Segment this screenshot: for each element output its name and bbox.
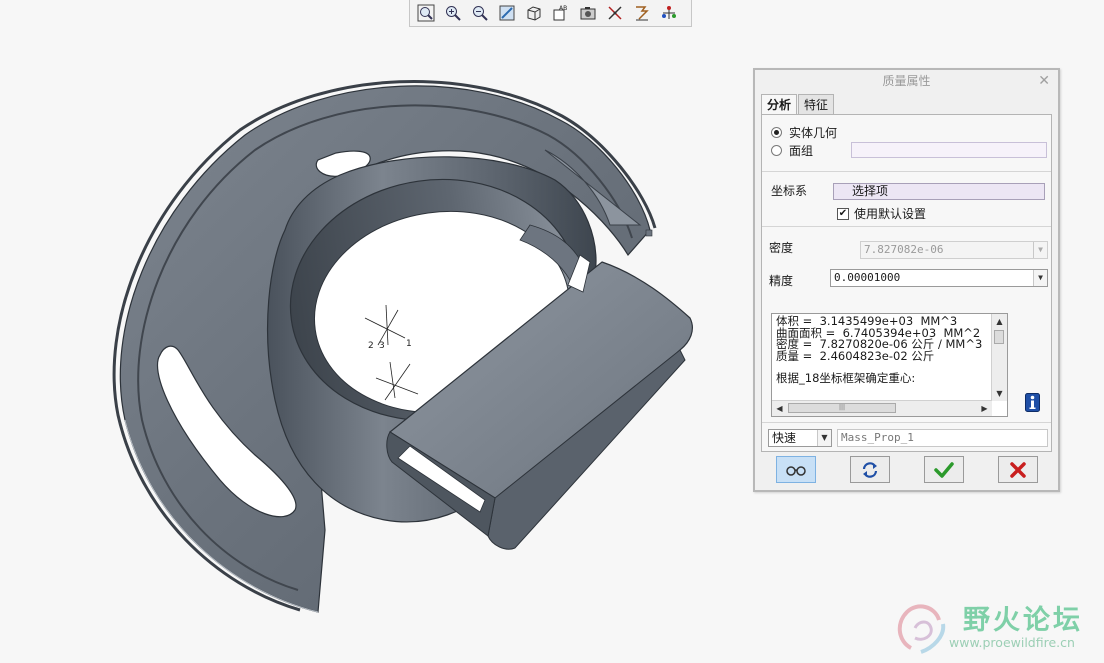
density-label: 密度 bbox=[769, 241, 794, 255]
close-red-icon bbox=[1010, 461, 1026, 478]
checkmark-icon bbox=[934, 461, 954, 478]
scroll-down-icon[interactable]: ▼ bbox=[993, 387, 1006, 400]
preview-button[interactable] bbox=[776, 456, 816, 483]
csys-select-button[interactable]: 选择项 bbox=[833, 183, 1045, 200]
precision-select[interactable]: 0.00001000 ▼ bbox=[830, 269, 1048, 287]
tab-analysis[interactable]: 分析 bbox=[761, 94, 798, 116]
check-icon[interactable]: ✔ bbox=[837, 207, 849, 220]
recompute-button[interactable] bbox=[850, 456, 890, 483]
precision-value: 0.00001000 bbox=[834, 271, 901, 284]
ok-button[interactable] bbox=[924, 456, 964, 483]
watermark-url: www.proewildfire.cn bbox=[949, 635, 1075, 650]
analysis-panel: 实体几何 面组 坐标系 选择项 ✔ 使用默认设置 密度 7.827082e-06… bbox=[761, 114, 1052, 452]
quilt-selector[interactable] bbox=[851, 142, 1047, 158]
radio-quilt[interactable]: 面组 bbox=[771, 141, 813, 159]
scroll-up-icon[interactable]: ▲ bbox=[993, 315, 1006, 328]
close-icon[interactable]: ✕ bbox=[1038, 70, 1050, 92]
radio-solid-label: 实体几何 bbox=[789, 125, 838, 140]
use-default-label: 使用默认设置 bbox=[854, 207, 927, 221]
vertical-scrollbar[interactable]: ▲ ▼ bbox=[991, 314, 1007, 401]
mode-value: 快速 bbox=[772, 431, 797, 445]
density-value: 7.827082e-06 bbox=[864, 243, 944, 256]
chevron-down-icon[interactable]: ▼ bbox=[1033, 270, 1047, 286]
watermark-logo-icon bbox=[897, 604, 946, 654]
part-model-view[interactable]: 2 3 1 bbox=[0, 0, 750, 663]
mode-select[interactable]: 快速 ▼ bbox=[768, 429, 832, 447]
csys-label-3: 3 bbox=[379, 341, 385, 351]
csys-label-2: 2 bbox=[368, 341, 374, 351]
use-default-checkbox-row[interactable]: ✔ 使用默认设置 bbox=[837, 205, 926, 222]
separator bbox=[762, 226, 1051, 227]
results-content: 体积 = 3.1435499e+03 MM^3 曲面面积 = 6.7405394e… bbox=[776, 315, 988, 385]
radio-unchecked-icon[interactable] bbox=[771, 144, 782, 156]
dialog-button-row bbox=[776, 456, 1038, 484]
csys-label: 坐标系 bbox=[771, 184, 808, 198]
feature-name-value: Mass_Prop_1 bbox=[841, 431, 914, 444]
results-text-area[interactable]: 体积 = 3.1435499e+03 MM^3 曲面面积 = 6.7405394e… bbox=[771, 313, 1008, 417]
cancel-button[interactable] bbox=[998, 456, 1038, 483]
dialog-title: 质量属性 bbox=[882, 74, 931, 88]
csys-label-1: 1 bbox=[406, 339, 412, 349]
separator bbox=[762, 171, 1051, 172]
precision-label: 精度 bbox=[769, 274, 794, 288]
scroll-left-icon[interactable]: ◀ bbox=[773, 402, 786, 415]
radio-checked-icon[interactable] bbox=[771, 126, 782, 138]
dialog-title-bar[interactable]: 质量属性 ✕ bbox=[755, 70, 1058, 92]
dialog-tabs: 分析 特征 bbox=[761, 94, 835, 116]
tab-feature[interactable]: 特征 bbox=[798, 94, 835, 115]
radio-quilt-label: 面组 bbox=[789, 143, 814, 158]
feature-name-field[interactable]: Mass_Prop_1 bbox=[837, 429, 1048, 447]
mass-properties-dialog: 质量属性 ✕ 分析 特征 实体几何 面组 坐标系 选择项 ✔ 使用默认设置 密度… bbox=[753, 68, 1060, 492]
horizontal-scrollbar[interactable]: ◀ ||| ▶ bbox=[772, 400, 992, 416]
scroll-right-icon[interactable]: ▶ bbox=[978, 402, 991, 415]
chevron-down-icon: ▼ bbox=[1033, 242, 1047, 258]
chevron-down-icon[interactable]: ▼ bbox=[817, 430, 831, 446]
info-icon[interactable] bbox=[1025, 393, 1040, 412]
radio-solid-geometry[interactable]: 实体几何 bbox=[771, 123, 837, 141]
result-mass: 质量 = 2.4604823e-02 公斤 bbox=[776, 348, 935, 363]
refresh-icon bbox=[862, 461, 878, 478]
result-note: 根据_18坐标框架确定重心: bbox=[776, 371, 916, 385]
forum-watermark: 野火论坛 www.proewildfire.cn bbox=[893, 598, 1103, 660]
scroll-thumb[interactable] bbox=[994, 330, 1004, 344]
separator bbox=[762, 422, 1051, 423]
density-field: 7.827082e-06 ▼ bbox=[860, 241, 1048, 259]
scroll-thumb[interactable]: ||| bbox=[788, 403, 896, 413]
watermark-title: 野火论坛 bbox=[963, 605, 1083, 636]
glasses-icon bbox=[786, 465, 806, 476]
